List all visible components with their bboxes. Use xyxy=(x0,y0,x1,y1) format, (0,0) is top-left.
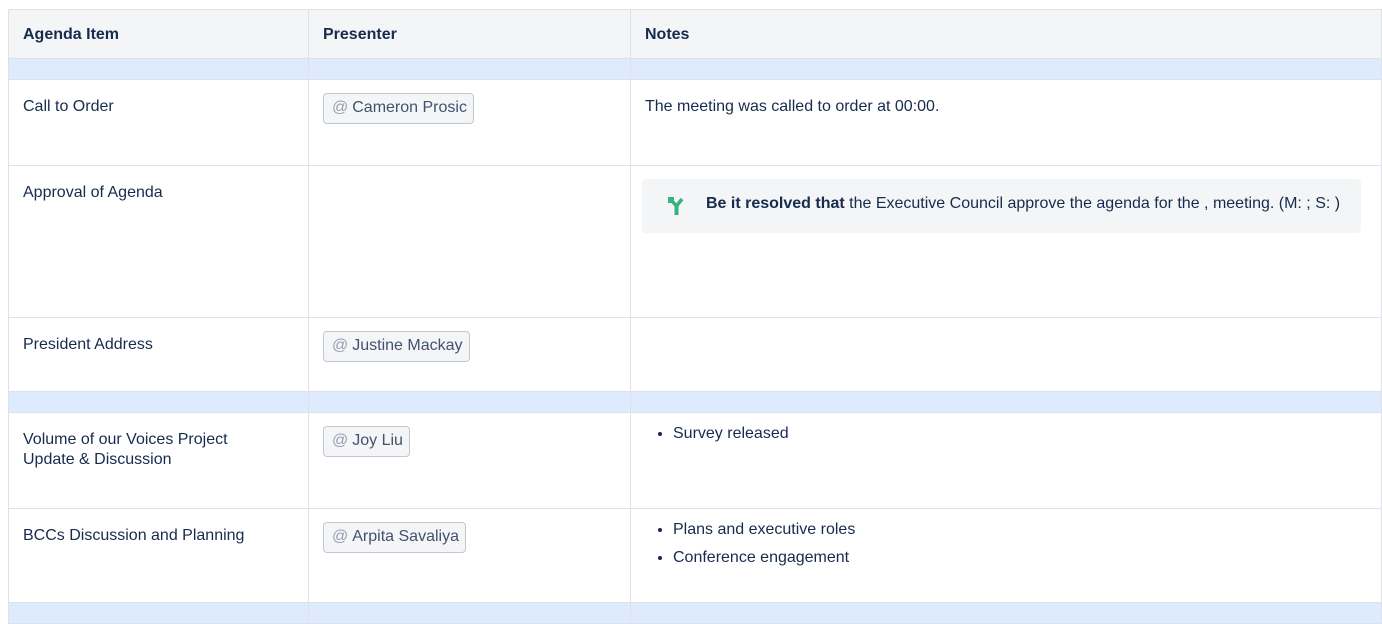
agenda-item-cell[interactable]: Call to Order xyxy=(8,79,309,166)
section-separator-row xyxy=(8,391,1382,413)
agenda-item-cell[interactable]: President Address xyxy=(8,317,309,392)
mention-at-icon: @ xyxy=(332,432,349,449)
header-presenter: Presenter xyxy=(308,9,631,59)
separator-cell xyxy=(8,58,309,80)
resolution-panel[interactable]: Be it resolved that the Executive Counci… xyxy=(642,179,1361,233)
mention-name: Joy Liu xyxy=(352,432,403,449)
header-agenda-item: Agenda Item xyxy=(8,9,309,59)
mention-at-icon: @ xyxy=(332,337,349,354)
separator-cell xyxy=(308,602,631,624)
separator-cell xyxy=(630,58,1382,80)
mention-name: Cameron Prosic xyxy=(352,99,467,116)
section-separator-row xyxy=(8,602,1382,624)
presenter-cell[interactable]: @ Cameron Prosic xyxy=(308,79,631,166)
separator-cell xyxy=(308,58,631,80)
table-row: Approval of Agenda Be it resolved that t… xyxy=(8,165,1382,318)
header-notes: Notes xyxy=(630,9,1382,59)
separator-cell xyxy=(308,391,631,413)
separator-cell xyxy=(630,602,1382,624)
agenda-table-container: Agenda Item Presenter Notes Call to Orde… xyxy=(8,9,1382,624)
separator-cell xyxy=(630,391,1382,413)
list-item[interactable]: Conference engagement xyxy=(673,548,1367,568)
table-row: Call to Order @ Cameron Prosic The meetin… xyxy=(8,79,1382,166)
user-mention[interactable]: @ Arpita Savaliya xyxy=(323,522,466,553)
notes-bullet-list: Plans and executive roles Conference eng… xyxy=(645,520,1367,568)
mention-name: Arpita Savaliya xyxy=(352,528,459,545)
mention-at-icon: @ xyxy=(332,528,349,545)
agenda-table: Agenda Item Presenter Notes Call to Orde… xyxy=(8,9,1382,624)
notes-cell[interactable]: Be it resolved that the Executive Counci… xyxy=(630,165,1382,318)
table-row: Volume of our Voices Project Update & Di… xyxy=(8,412,1382,509)
table-row: BCCs Discussion and Planning @ Arpita Sav… xyxy=(8,508,1382,603)
table-row: President Address @ Justine Mackay xyxy=(8,317,1382,392)
mention-at-icon: @ xyxy=(332,99,349,116)
list-item[interactable]: Plans and executive roles xyxy=(673,520,1367,540)
agenda-item-cell[interactable]: Volume of our Voices Project Update & Di… xyxy=(8,412,309,509)
separator-cell xyxy=(8,602,309,624)
table-header-row: Agenda Item Presenter Notes xyxy=(8,9,1382,59)
notes-cell[interactable]: Plans and executive roles Conference eng… xyxy=(630,508,1382,603)
user-mention[interactable]: @ Joy Liu xyxy=(323,426,410,457)
separator-cell xyxy=(8,391,309,413)
section-separator-row xyxy=(8,58,1382,80)
decision-branch-icon xyxy=(668,197,684,215)
presenter-cell[interactable] xyxy=(308,165,631,318)
presenter-cell[interactable]: @ Arpita Savaliya xyxy=(308,508,631,603)
user-mention[interactable]: @ Cameron Prosic xyxy=(323,93,474,124)
notes-bullet-list: Survey released xyxy=(645,424,1367,444)
agenda-item-cell[interactable]: BCCs Discussion and Planning xyxy=(8,508,309,603)
notes-cell[interactable] xyxy=(630,317,1382,392)
agenda-item-cell[interactable]: Approval of Agenda xyxy=(8,165,309,318)
resolution-bold-text: Be it resolved that xyxy=(706,195,845,212)
user-mention[interactable]: @ Justine Mackay xyxy=(323,331,470,362)
notes-cell[interactable]: The meeting was called to order at 00:00… xyxy=(630,79,1382,166)
mention-name: Justine Mackay xyxy=(352,337,463,354)
presenter-cell[interactable]: @ Joy Liu xyxy=(308,412,631,509)
presenter-cell[interactable]: @ Justine Mackay xyxy=(308,317,631,392)
list-item[interactable]: Survey released xyxy=(673,424,1367,444)
notes-cell[interactable]: Survey released xyxy=(630,412,1382,509)
resolution-text: the Executive Council approve the agenda… xyxy=(844,195,1341,212)
